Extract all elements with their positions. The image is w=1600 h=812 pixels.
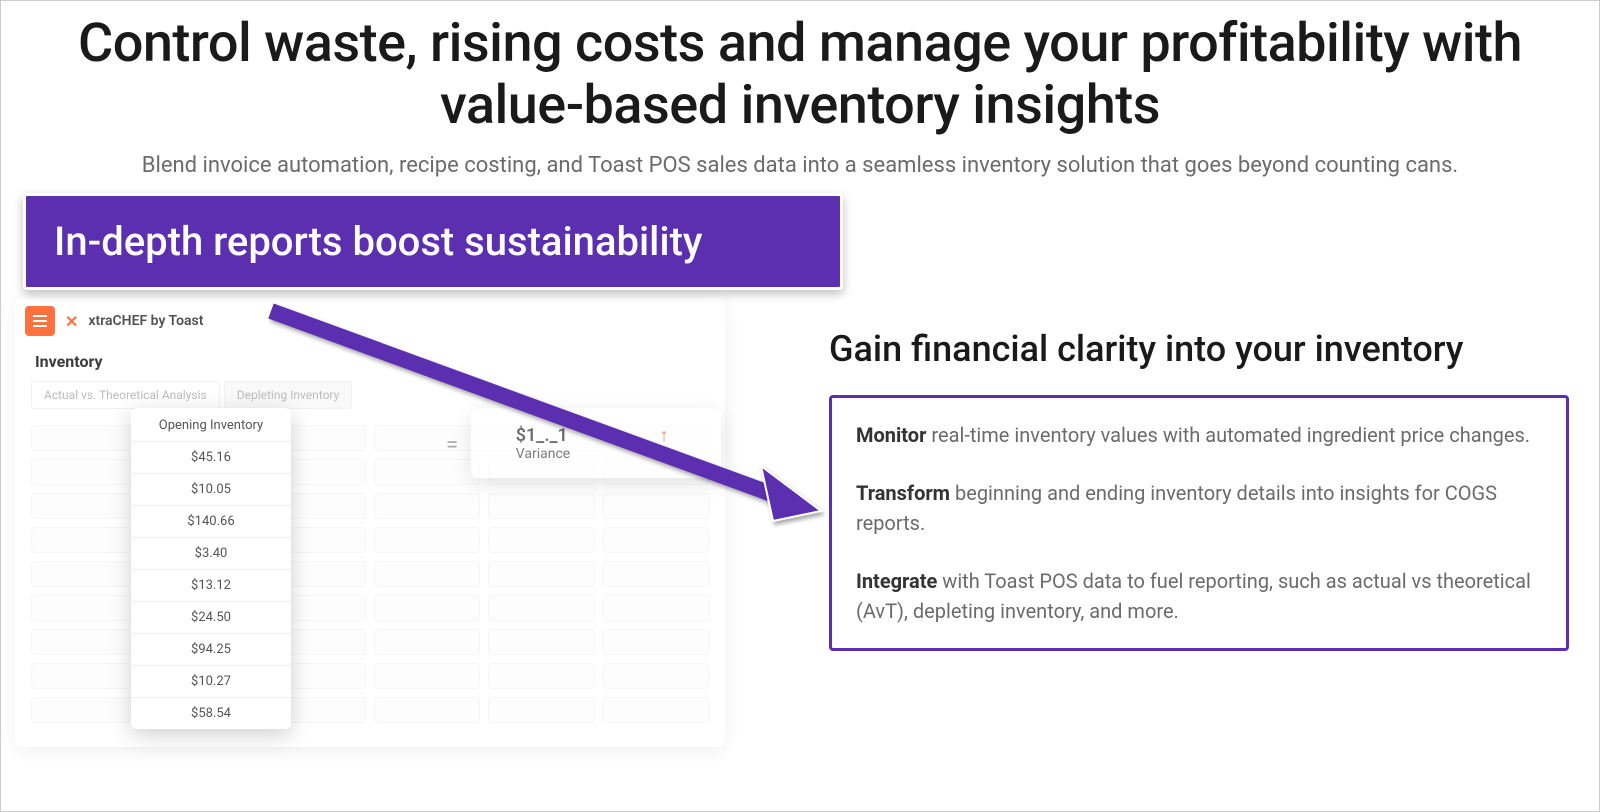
feature-list-box: Monitor real-time inventory values with … xyxy=(829,395,1569,651)
brand-icon: ✕ xyxy=(65,312,78,331)
list-item: $13.12 xyxy=(131,569,291,601)
hero-headline: Control waste, rising costs and manage y… xyxy=(31,13,1569,137)
brand-label: xtraCHEF by Toast xyxy=(88,313,203,329)
list-item: $24.50 xyxy=(131,601,291,633)
hero-subhead: Blend invoice automation, recipe costing… xyxy=(31,153,1569,178)
list-item: $3.40 xyxy=(131,537,291,569)
feature-transform: Transform beginning and ending inventory… xyxy=(856,478,1542,538)
callout-banner: In-depth reports boost sustainability xyxy=(23,193,843,290)
list-item: $58.54 xyxy=(131,697,291,729)
hamburger-icon[interactable] xyxy=(25,306,55,336)
section-heading: Gain financial clarity into your invento… xyxy=(829,328,1569,371)
annotation-arrow-icon xyxy=(261,301,851,541)
tab-avt[interactable]: Actual vs. Theoretical Analysis xyxy=(31,381,220,409)
list-item: $94.25 xyxy=(131,633,291,665)
list-item: $10.27 xyxy=(131,665,291,697)
feature-integrate: Integrate with Toast POS data to fuel re… xyxy=(856,566,1542,626)
feature-monitor: Monitor real-time inventory values with … xyxy=(856,420,1542,450)
